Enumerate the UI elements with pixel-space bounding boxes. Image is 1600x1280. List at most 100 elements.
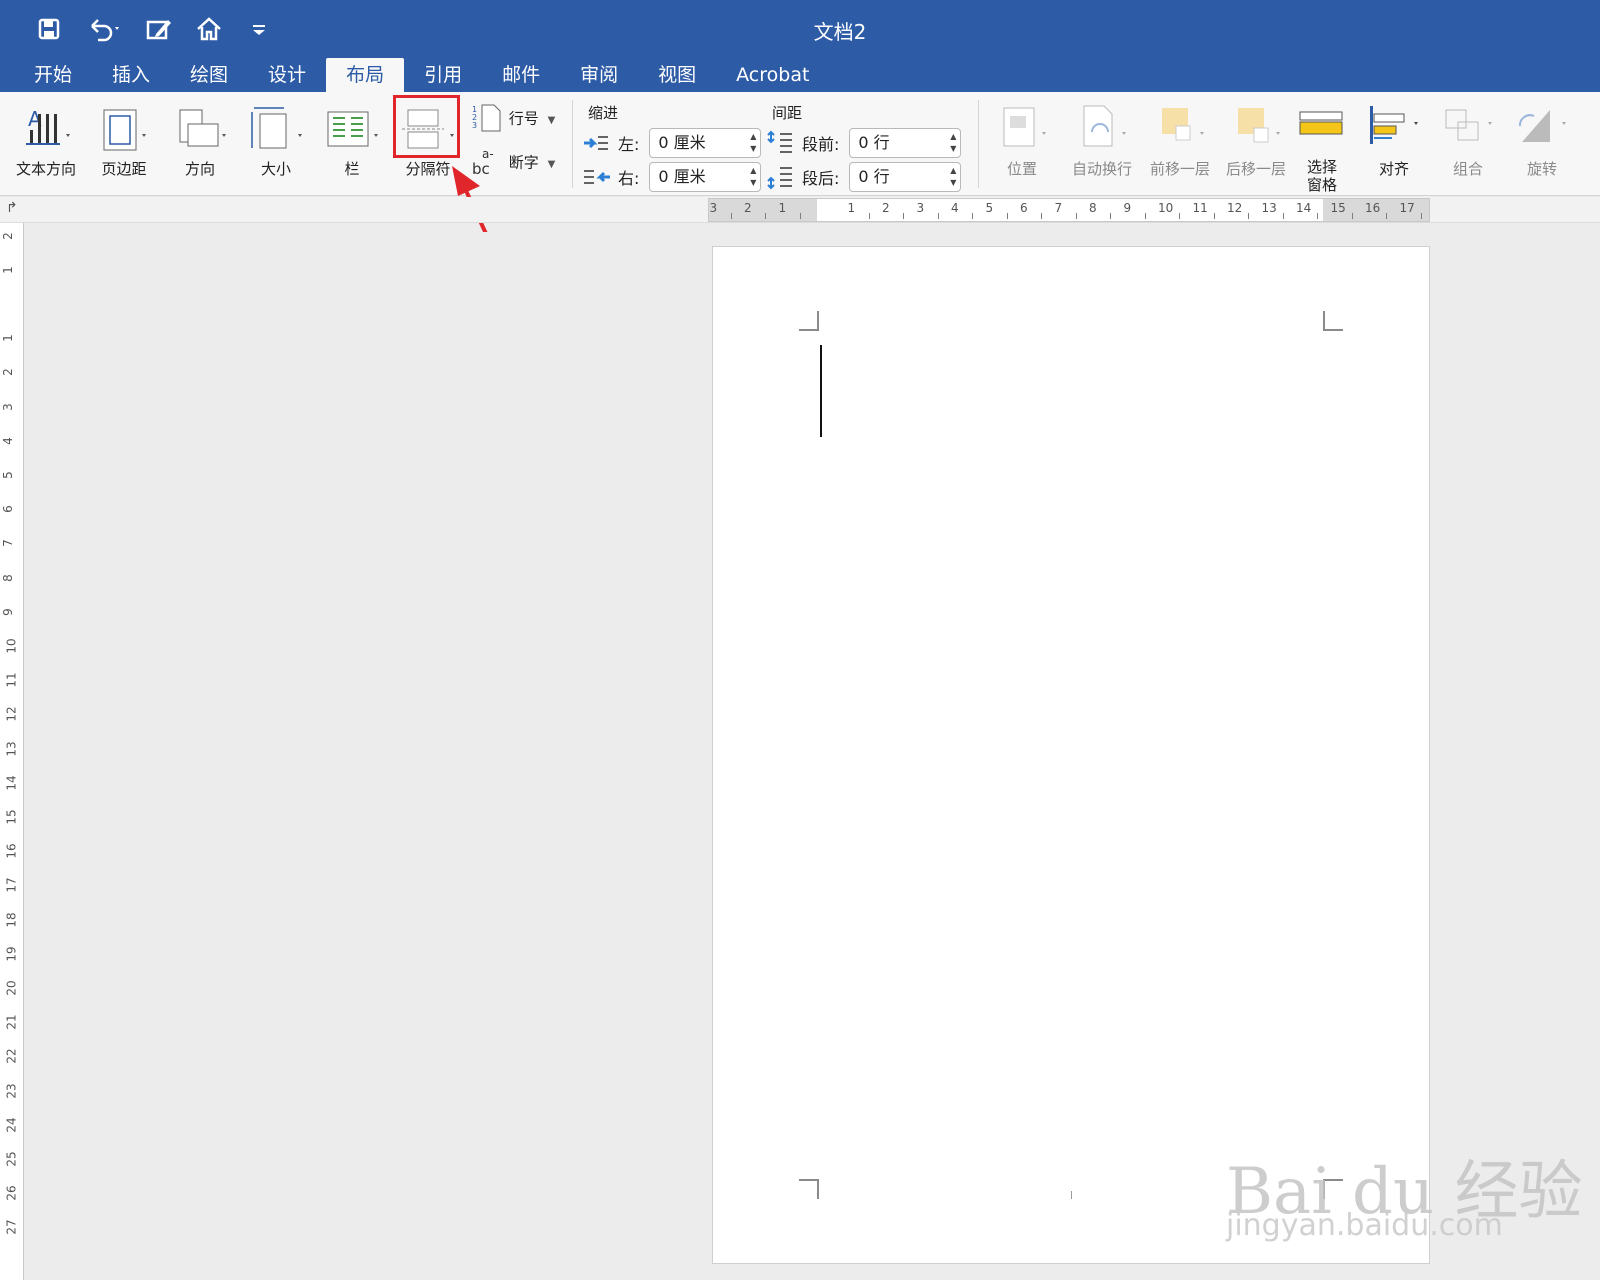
send-backward-button[interactable]: 后移一层: [1218, 102, 1294, 182]
ruler-number: 21: [4, 1014, 19, 1030]
ruler-tick: [1386, 213, 1388, 219]
ruler-number: 19: [4, 946, 19, 962]
tab-insert[interactable]: 插入: [92, 58, 170, 92]
spacing-before-input[interactable]: 0 行 ▲ ▼: [849, 128, 962, 158]
line-numbers-label: 行号: [508, 109, 539, 128]
align-label: 对齐: [1378, 160, 1409, 178]
ruler-tick: [1282, 213, 1284, 219]
tab-home[interactable]: 开始: [14, 58, 92, 92]
ruler-number: 10: [4, 638, 19, 654]
ruler-tick: [1317, 213, 1319, 219]
ruler-number: 10: [1158, 201, 1174, 215]
ruler-tick: [1144, 213, 1146, 219]
spinner-arrows-icon[interactable]: ▲ ▼: [950, 131, 956, 155]
text-direction-icon: A: [26, 107, 70, 145]
tab-draw[interactable]: 绘图: [170, 58, 248, 92]
selection-pane-label: 选择 窗格: [1292, 158, 1352, 194]
tab-mailings[interactable]: 邮件: [482, 58, 560, 92]
margins-label: 页边距: [101, 160, 147, 178]
ruler-number: 17: [1399, 201, 1415, 215]
text-direction-button[interactable]: A 文本方向: [10, 102, 82, 182]
line-numbers-button[interactable]: 123 行号 ▼: [470, 102, 562, 136]
margins-icon: [103, 109, 146, 151]
hyphenation-button[interactable]: a-bc 断字 ▼: [470, 146, 562, 180]
horizontal-ruler[interactable]: 3 2 1 1 2 3 4 5 6 7 8 9 10 11 12 13 14 15 16 17: [708, 198, 1430, 222]
bring-forward-button[interactable]: 前移一层: [1142, 102, 1218, 182]
hyphenation-icon: a-bc: [472, 147, 494, 178]
spinner-arrows-icon[interactable]: ▲ ▼: [750, 131, 756, 155]
ruler-number: 1: [847, 201, 856, 215]
breaks-label: 分隔符: [405, 160, 451, 178]
group-button[interactable]: 组合: [1432, 102, 1504, 182]
position-label: 位置: [1006, 160, 1037, 178]
ruler-number: 5: [985, 201, 994, 215]
text-direction-label: 文本方向: [15, 160, 76, 178]
wrap-text-icon: [1083, 105, 1126, 147]
chevron-down-icon: ▼: [547, 158, 556, 170]
indent-left-input[interactable]: 0 厘米 ▲ ▼: [649, 128, 762, 158]
vertical-ruler[interactable]: 2 1 1 2 3 4 5 6 7 8 9 10 11 12 13 14 15 16 17 18 19 20 21 22 23 2…: [0, 223, 24, 1280]
spacing-after-input[interactable]: 0 行 ▲ ▼: [849, 162, 962, 192]
ruler-number: 16: [1365, 201, 1381, 215]
orientation-button[interactable]: 方向: [164, 102, 236, 182]
selection-pane-button[interactable]: 选择 窗格: [1292, 102, 1352, 198]
page-bottom-mark: [1071, 1191, 1072, 1199]
tab-review[interactable]: 审阅: [560, 58, 638, 92]
columns-button[interactable]: 栏: [316, 102, 388, 182]
indent-right-input[interactable]: 0 厘米 ▲ ▼: [649, 162, 762, 192]
send-backward-label: 后移一层: [1225, 160, 1286, 178]
ruler-number: 8: [0, 573, 15, 582]
ruler-number: 9: [1123, 201, 1132, 215]
ruler-tick: [1420, 213, 1422, 219]
tab-design[interactable]: 设计: [248, 58, 326, 92]
ruler-tick: [799, 213, 801, 219]
breaks-highlight: [393, 95, 460, 158]
margin-corner-top-left: [799, 311, 819, 331]
send-backward-icon: [1238, 108, 1280, 143]
title-bar: 文档2 开始 插入 绘图 设计 布局 引用 邮件 审阅 视图 Acrobat: [0, 0, 1600, 92]
wrap-text-button[interactable]: 自动换行: [1064, 102, 1140, 182]
ruler-number: 22: [4, 1048, 19, 1065]
svg-text:a-: a-: [482, 147, 494, 161]
spinner-arrows-icon[interactable]: ▲ ▼: [750, 165, 756, 189]
tab-selector-icon[interactable]: ↱: [6, 200, 18, 216]
ruler-number: 2: [0, 368, 15, 377]
tab-view[interactable]: 视图: [638, 58, 716, 92]
selection-pane-label-line1: 选择: [1306, 158, 1337, 176]
line-numbers-icon: 123: [472, 104, 501, 132]
tab-layout[interactable]: 布局: [326, 58, 405, 92]
position-button[interactable]: 位置: [990, 102, 1054, 182]
align-button[interactable]: 对齐: [1358, 102, 1430, 182]
tab-acrobat[interactable]: Acrobat: [716, 58, 829, 92]
ruler-number: 5: [0, 471, 15, 479]
selection-pane-icon: [1299, 111, 1343, 135]
tab-references[interactable]: 引用: [404, 58, 482, 92]
size-label: 大小: [260, 160, 291, 178]
ruler-tick: [730, 213, 732, 219]
ruler-number: 27: [4, 1219, 19, 1236]
ruler-number: 2: [0, 231, 15, 240]
ruler-number: 3: [709, 201, 718, 215]
group-icon: [1445, 109, 1492, 141]
size-button[interactable]: 大小: [240, 102, 312, 182]
ruler-number: 20: [4, 980, 19, 996]
ruler-tick: [972, 213, 974, 219]
indent-left-label: 左:: [618, 135, 640, 154]
ruler-number: 1: [0, 265, 15, 274]
ruler-number: 4: [0, 436, 15, 445]
ruler-number: 1: [778, 201, 787, 215]
orientation-label: 方向: [184, 160, 215, 178]
text-cursor: [820, 345, 822, 437]
ruler-tick: [1041, 213, 1043, 219]
margins-button[interactable]: 页边距: [88, 102, 160, 182]
size-icon: [251, 107, 302, 149]
ruler-tick: [903, 213, 905, 219]
ruler-number: 23: [4, 1082, 19, 1099]
ruler-number: 1: [0, 334, 15, 343]
ruler-number: 6: [1020, 201, 1028, 215]
spinner-arrows-icon[interactable]: ▲ ▼: [950, 165, 956, 189]
rotate-button[interactable]: 旋转: [1506, 102, 1578, 182]
group-separator: [572, 100, 573, 188]
chevron-down-icon: ▼: [547, 114, 556, 126]
hyphenation-label: 断字: [508, 153, 539, 172]
